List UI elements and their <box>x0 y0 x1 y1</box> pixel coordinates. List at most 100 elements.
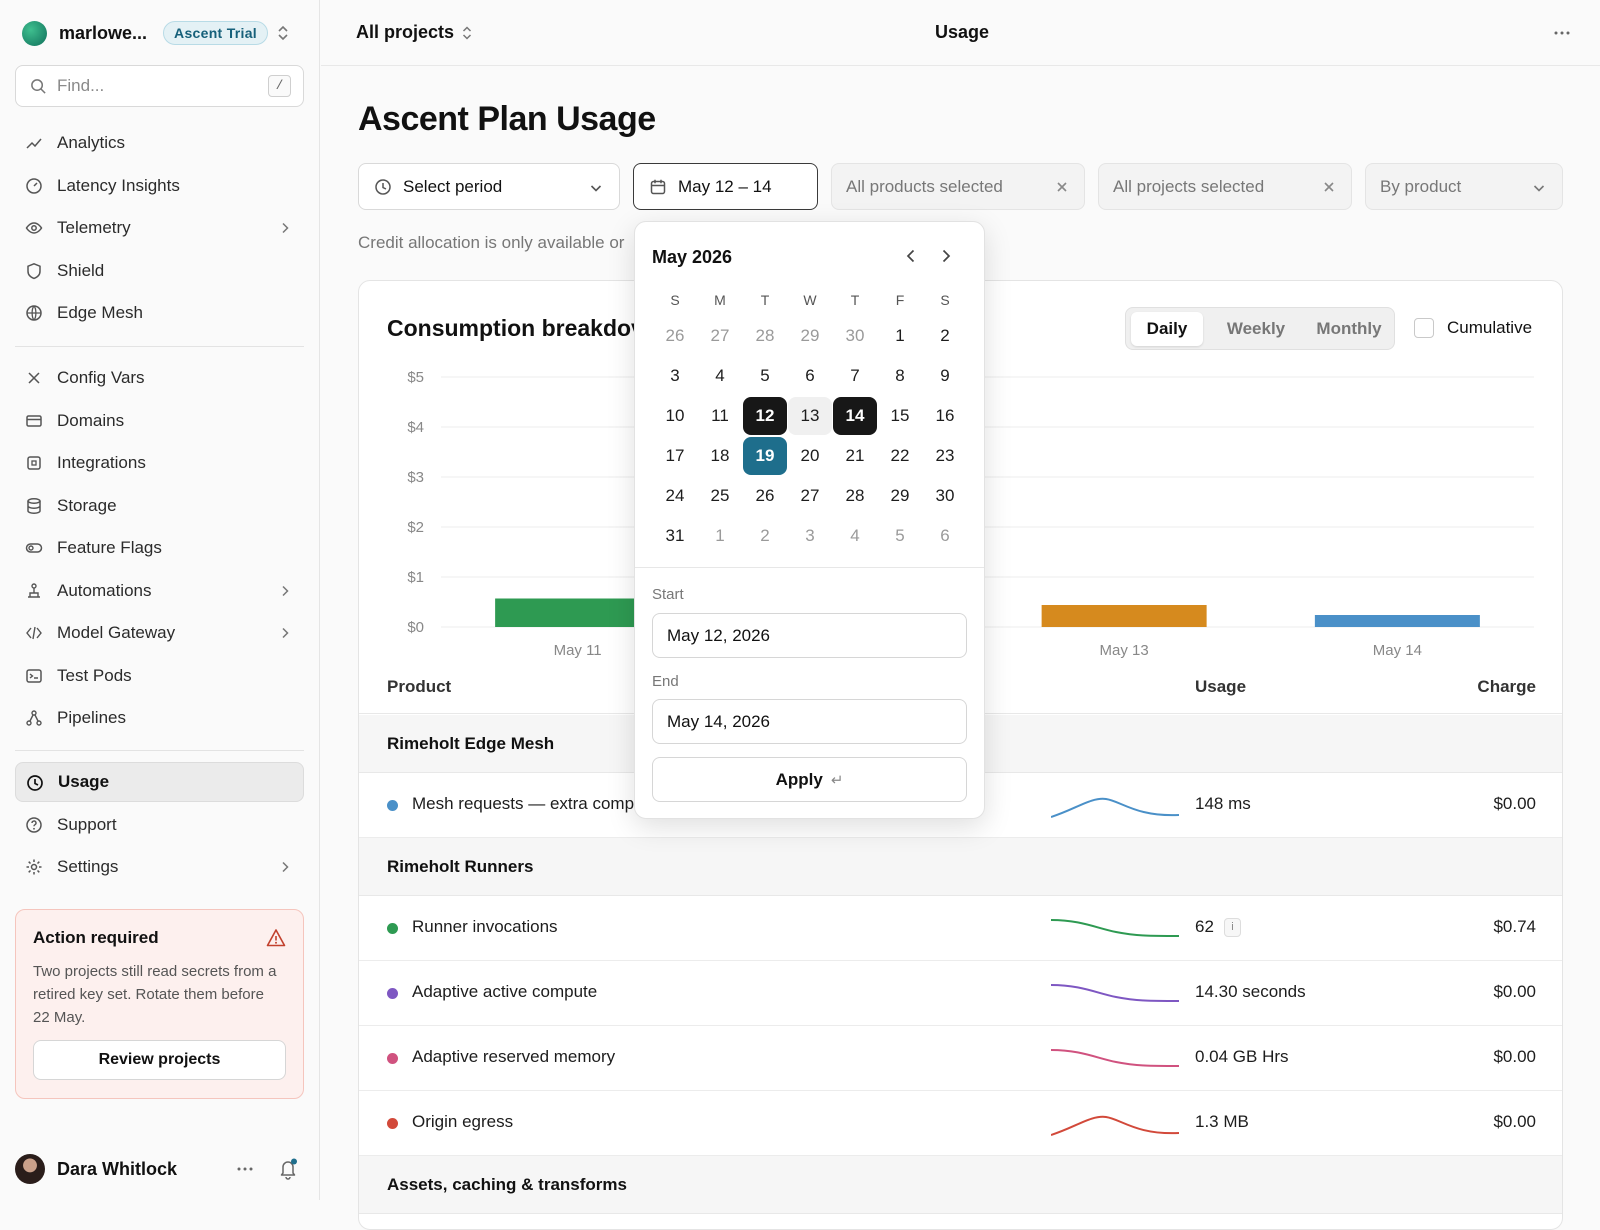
sidebar-item-telemetry[interactable]: Telemetry <box>15 208 304 248</box>
end-date-input[interactable]: May 14, 2026 <box>652 699 967 744</box>
calendar-day[interactable]: 2 <box>923 317 967 355</box>
calendar-day[interactable]: 13 <box>788 397 832 435</box>
search-input[interactable]: Find... / <box>15 65 304 107</box>
calendar-day[interactable]: 27 <box>788 477 832 515</box>
sidebar-item-config-vars[interactable]: Config Vars <box>15 358 304 398</box>
calendar-day[interactable]: 31 <box>653 517 697 555</box>
calendar-day[interactable]: 20 <box>788 437 832 475</box>
calendar-day[interactable]: 4 <box>833 517 877 555</box>
sidebar-item-domains[interactable]: Domains <box>15 401 304 441</box>
chevron-right-icon[interactable] <box>938 247 954 265</box>
calendar-day[interactable]: 5 <box>743 357 787 395</box>
more-icon[interactable] <box>236 1161 254 1177</box>
calendar-day[interactable]: 25 <box>698 477 742 515</box>
bar-may-13[interactable] <box>1041 605 1207 627</box>
calendar-day[interactable]: 2 <box>743 517 787 555</box>
sparkline <box>1051 1115 1179 1136</box>
sidebar-item-model-gateway[interactable]: Model Gateway <box>15 613 304 653</box>
y-tick-label: $5 <box>407 369 424 386</box>
projects-filter-label: All projects selected <box>1113 176 1265 196</box>
gauge-icon <box>26 177 42 194</box>
sidebar-item-analytics[interactable]: Analytics <box>15 123 304 163</box>
calendar-day[interactable]: 26 <box>653 317 697 355</box>
products-filter[interactable]: All products selected <box>831 163 1085 210</box>
chevron-left-icon[interactable] <box>903 247 919 265</box>
table-row[interactable]: Adaptive active compute 14.30 seconds $0.0… <box>359 961 1562 1026</box>
calendar-day[interactable]: 21 <box>833 437 877 475</box>
calendar-day[interactable]: 22 <box>878 437 922 475</box>
calendar-day[interactable]: 29 <box>788 317 832 355</box>
review-projects-button[interactable]: Review projects <box>33 1040 286 1080</box>
calendar-day[interactable]: 17 <box>653 437 697 475</box>
calendar-day[interactable]: 6 <box>923 517 967 555</box>
bell-icon[interactable] <box>278 1158 298 1180</box>
search-placeholder: Find... <box>57 76 105 95</box>
calendar-day[interactable]: 12 <box>743 397 787 435</box>
calendar-day[interactable]: 29 <box>878 477 922 515</box>
sidebar-item-shield[interactable]: Shield <box>15 251 304 291</box>
weekday-label: F <box>895 292 905 308</box>
info-icon[interactable]: i <box>1223 918 1241 938</box>
calendar-day[interactable]: 4 <box>698 357 742 395</box>
team-switcher[interactable]: marlowe... Ascent Trial <box>22 18 302 48</box>
user-menu[interactable]: Dara Whitlock <box>15 1153 304 1185</box>
sidebar-item-settings[interactable]: Settings <box>15 847 304 887</box>
start-date-input[interactable]: May 12, 2026 <box>652 613 967 658</box>
calendar-day[interactable]: 30 <box>833 317 877 355</box>
calendar-day[interactable]: 1 <box>878 317 922 355</box>
calendar-day[interactable]: 3 <box>788 517 832 555</box>
group-by-label: By product <box>1380 176 1462 196</box>
search-icon <box>31 78 46 94</box>
table-row[interactable]: Origin egress 1.3 MB $0.00 <box>359 1091 1562 1156</box>
database-icon <box>27 497 41 514</box>
calendar-day[interactable]: 10 <box>653 397 697 435</box>
sidebar-item-usage[interactable]: Usage <box>15 762 304 802</box>
project-selector[interactable]: All projects <box>356 22 454 43</box>
calendar-day[interactable]: 28 <box>833 477 877 515</box>
calendar-day[interactable]: 7 <box>833 357 877 395</box>
projects-filter[interactable]: All projects selected <box>1098 163 1352 210</box>
calendar-day[interactable]: 18 <box>698 437 742 475</box>
sidebar-item-label: Support <box>57 814 117 834</box>
calendar-day[interactable]: 11 <box>698 397 742 435</box>
sidebar-item-automations[interactable]: Automations <box>15 571 304 611</box>
sidebar-item-pipelines[interactable]: Pipelines <box>15 698 304 738</box>
sidebar-item-integrations[interactable]: Integrations <box>15 443 304 483</box>
sidebar: marlowe... Ascent Trial Find... / Analyt… <box>0 0 320 1200</box>
sidebar-item-test-pods[interactable]: Test Pods <box>15 656 304 696</box>
calendar-day[interactable]: 16 <box>923 397 967 435</box>
sidebar-item-feature-flags[interactable]: Feature Flags <box>15 528 304 568</box>
calendar-day[interactable]: 1 <box>698 517 742 555</box>
sidebar-item-latency-insights[interactable]: Latency Insights <box>15 166 304 206</box>
date-range-picker[interactable]: May 12 – 14 <box>633 163 818 210</box>
calendar-day[interactable]: 3 <box>653 357 697 395</box>
bar-may-14[interactable] <box>1314 615 1480 627</box>
table-row[interactable]: Adaptive reserved memory 0.04 GB Hrs $0.00 <box>359 1026 1562 1091</box>
calendar-day[interactable]: 23 <box>923 437 967 475</box>
calendar-day[interactable]: 6 <box>788 357 832 395</box>
group-by-select[interactable]: By product <box>1365 163 1563 210</box>
calendar-day[interactable]: 8 <box>878 357 922 395</box>
more-icon[interactable] <box>1552 25 1572 41</box>
table-row[interactable]: Runner invocations 62 i $0.74 <box>359 896 1562 961</box>
calendar-day[interactable]: 28 <box>743 317 787 355</box>
calendar-day[interactable]: 24 <box>653 477 697 515</box>
chevron-updown-icon[interactable] <box>461 25 473 41</box>
sidebar-item-storage[interactable]: Storage <box>15 486 304 526</box>
calendar-day[interactable]: 26 <box>743 477 787 515</box>
y-tick-label: $1 <box>407 569 424 586</box>
period-select[interactable]: Select period <box>358 163 620 210</box>
calendar-day[interactable]: 27 <box>698 317 742 355</box>
sidebar-item-edge-mesh[interactable]: Edge Mesh <box>15 293 304 333</box>
sidebar-item-support[interactable]: Support <box>15 805 304 845</box>
calendar-day[interactable]: 30 <box>923 477 967 515</box>
calendar-day[interactable]: 14 <box>833 397 877 435</box>
calendar-day[interactable]: 5 <box>878 517 922 555</box>
close-icon[interactable] <box>1322 180 1336 194</box>
apply-button[interactable]: Apply ↵ <box>652 757 967 802</box>
weekday-label: T <box>850 292 860 308</box>
close-icon[interactable] <box>1055 180 1069 194</box>
calendar-day[interactable]: 15 <box>878 397 922 435</box>
calendar-day[interactable]: 19 <box>743 437 787 475</box>
calendar-day[interactable]: 9 <box>923 357 967 395</box>
